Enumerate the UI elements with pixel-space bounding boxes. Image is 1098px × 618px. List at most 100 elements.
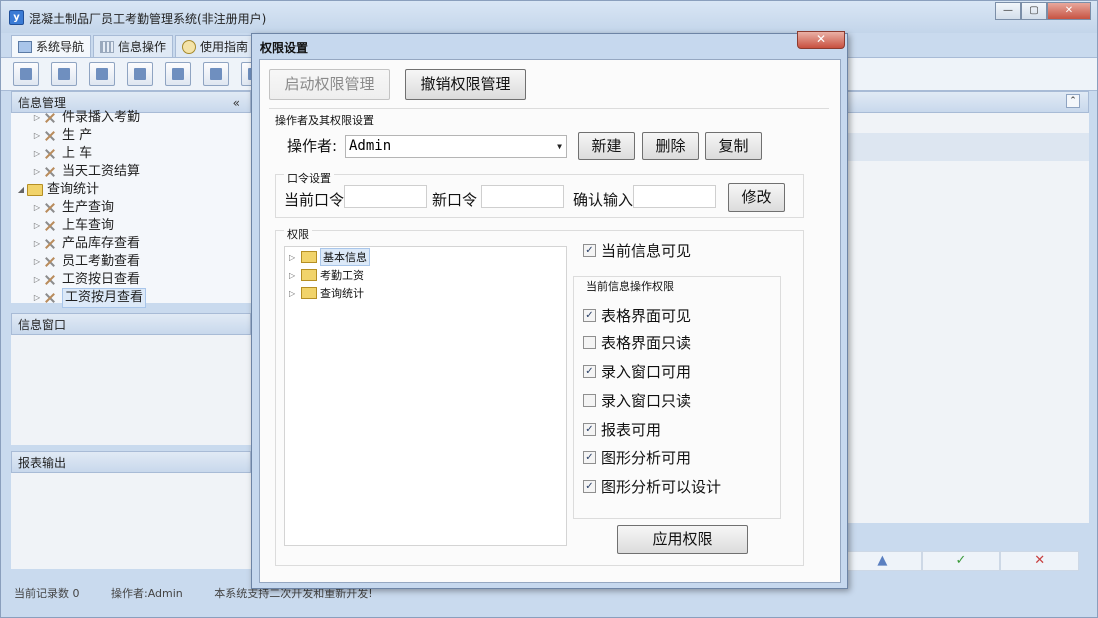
operation-checkbox[interactable]: 表格界面只读 <box>583 332 691 353</box>
tab-label: 使用指南 <box>200 40 249 54</box>
export-tool-button[interactable] <box>203 62 229 86</box>
tools-icon <box>43 147 57 161</box>
checkbox-label: 表格界面可见 <box>601 307 692 325</box>
left-panel: 信息管理 « ▷ 件录播入考勤 ▷ 生 产 ▷ 上 车 ▷ 当天工资结算 ◢ 查询统计 ▷ 生产查询 ▷… <box>11 91 251 569</box>
dialog-close-button[interactable]: ✕ <box>797 31 845 49</box>
operation-checkbox[interactable]: ✓ 录入窗口可用 <box>583 361 691 382</box>
search-tool-button[interactable] <box>13 62 39 86</box>
dropdown-arrow-icon: ▼ <box>557 142 562 151</box>
tree-item[interactable]: ▷ 产品库存查看 <box>11 235 251 253</box>
grid-icon <box>100 40 115 53</box>
expand-arrow-icon[interactable]: ▷ <box>31 109 43 127</box>
users-tool-button[interactable] <box>127 62 153 86</box>
operation-checkbox[interactable]: ✓ 表格界面可见 <box>583 305 691 326</box>
tree-item[interactable]: ▷ 工资按月查看 <box>11 288 251 308</box>
expand-arrow-icon[interactable]: ▷ <box>31 145 43 163</box>
cancel-icon[interactable]: ✕ <box>1000 551 1080 571</box>
tools-icon <box>43 255 57 269</box>
tree-item[interactable]: ▷ 上 车 <box>11 145 251 163</box>
operation-checkbox[interactable]: ✓ 图形分析可用 <box>583 447 691 468</box>
expand-arrow-icon[interactable]: ▷ <box>289 271 301 280</box>
operation-checkbox[interactable]: ✓ 图形分析可以设计 <box>583 476 721 497</box>
tree-item[interactable]: ▷ 上车查询 <box>11 217 251 235</box>
tree-item[interactable]: ▷ 员工考勤查看 <box>11 253 251 271</box>
folder-icon <box>27 184 43 196</box>
tools-icon <box>43 219 57 233</box>
tree-item[interactable]: ▷ 生产查询 <box>11 199 251 217</box>
tab-user-guide[interactable]: 使用指南 <box>175 35 256 57</box>
minimize-button[interactable]: — <box>995 2 1021 20</box>
tree-item-label: 生产查询 <box>62 200 115 215</box>
permission-tree-node[interactable]: ▷ 考勤工资 <box>289 267 364 283</box>
tree-item[interactable]: ▷ 件录播入考勤 <box>11 109 251 127</box>
panel-title: 信息管理 <box>18 96 67 110</box>
tree-item-label: 上车查询 <box>62 218 115 233</box>
action-strip: ▲ ✓ ✕ <box>843 551 1080 571</box>
confirm-password-input[interactable] <box>633 185 716 208</box>
expand-arrow-icon[interactable]: ▷ <box>31 217 43 235</box>
current-visible-checkbox[interactable]: ✓ 当前信息可见 <box>583 240 691 261</box>
maximize-button[interactable]: ▢ <box>1021 2 1047 20</box>
copy-operator-button[interactable]: 复制 <box>705 132 762 160</box>
new-password-input[interactable] <box>481 185 564 208</box>
operation-checkbox[interactable]: ✓ 报表可用 <box>583 419 661 440</box>
app-icon: y <box>9 10 24 25</box>
operation-permissions-label: 当前信息操作权限 <box>583 278 677 294</box>
permission-tree-node[interactable]: ▷ 查询统计 <box>289 285 364 301</box>
tree-item-label: 当天工资结算 <box>62 164 141 179</box>
operator-select[interactable]: Admin ▼ <box>345 135 567 158</box>
list-tool-button[interactable] <box>51 62 77 86</box>
current-password-label: 当前口令 <box>284 191 345 209</box>
screen-tool-button[interactable] <box>165 62 191 86</box>
up-icon[interactable]: ▲ <box>843 551 922 571</box>
unchecked-box-icon <box>583 336 596 349</box>
tools-icon <box>43 237 57 251</box>
tree-item-label: 件录播入考勤 <box>62 110 141 125</box>
collapse-up-icon[interactable]: ⌃ <box>1066 94 1080 108</box>
enable-permission-button[interactable]: 启动权限管理 <box>269 69 390 100</box>
new-password-label: 新口令 <box>432 191 478 209</box>
expand-arrow-icon[interactable]: ▷ <box>289 253 301 262</box>
expand-arrow-icon[interactable]: ▷ <box>31 127 43 145</box>
expand-arrow-icon[interactable]: ▷ <box>289 289 301 298</box>
password-section-label: 口令设置 <box>284 170 334 186</box>
permission-tree-node[interactable]: ▷ 基本信息 <box>289 248 370 266</box>
dialog-title: 权限设置 <box>260 41 309 55</box>
modify-password-button[interactable]: 修改 <box>728 183 785 212</box>
expand-arrow-icon[interactable]: ▷ <box>31 235 43 253</box>
checkbox-label: 录入窗口只读 <box>601 392 692 410</box>
expand-arrow-icon[interactable]: ▷ <box>31 199 43 217</box>
document-tool-button[interactable] <box>89 62 115 86</box>
tree-item[interactable]: ▷ 生 产 <box>11 127 251 145</box>
collapse-arrow-icon[interactable]: ◢ <box>15 181 27 199</box>
current-password-input[interactable] <box>344 185 427 208</box>
operator-section-label: 操作者及其权限设置 <box>275 114 374 127</box>
revoke-permission-button[interactable]: 撤销权限管理 <box>405 69 526 100</box>
tab-system-nav[interactable]: 系统导航 <box>11 35 92 57</box>
panel-title: 报表输出 <box>18 456 67 470</box>
expand-arrow-icon[interactable]: ▷ <box>31 271 43 289</box>
expand-arrow-icon[interactable]: ▷ <box>31 289 43 307</box>
checked-box-icon: ✓ <box>583 365 596 378</box>
checkbox-label: 图形分析可以设计 <box>601 478 722 496</box>
expand-arrow-icon[interactable]: ▷ <box>31 163 43 181</box>
permission-node-label: 基本信息 <box>320 248 370 266</box>
permission-node-label: 查询统计 <box>320 287 364 300</box>
tree-item[interactable]: ◢ 查询统计 <box>11 181 251 199</box>
confirm-icon[interactable]: ✓ <box>921 551 1001 571</box>
tab-info-ops[interactable]: 信息操作 <box>93 35 174 57</box>
close-button[interactable]: ✕ <box>1047 2 1091 20</box>
tree-item-label: 员工考勤查看 <box>62 254 141 269</box>
tree-item[interactable]: ▷ 当天工资结算 <box>11 163 251 181</box>
nav-tabs: 系统导航 信息操作 使用指南 <box>11 35 257 57</box>
separator <box>269 108 829 109</box>
checkbox-label: 录入窗口可用 <box>601 363 692 381</box>
apply-permissions-button[interactable]: 应用权限 <box>617 525 748 554</box>
monitor-icon <box>18 40 32 53</box>
tree-item[interactable]: ▷ 工资按日查看 <box>11 271 251 289</box>
delete-operator-button[interactable]: 删除 <box>642 132 699 160</box>
expand-arrow-icon[interactable]: ▷ <box>31 253 43 271</box>
operation-checkbox[interactable]: 录入窗口只读 <box>583 390 691 411</box>
new-operator-button[interactable]: 新建 <box>578 132 635 160</box>
tree-item-label: 产品库存查看 <box>62 236 141 251</box>
